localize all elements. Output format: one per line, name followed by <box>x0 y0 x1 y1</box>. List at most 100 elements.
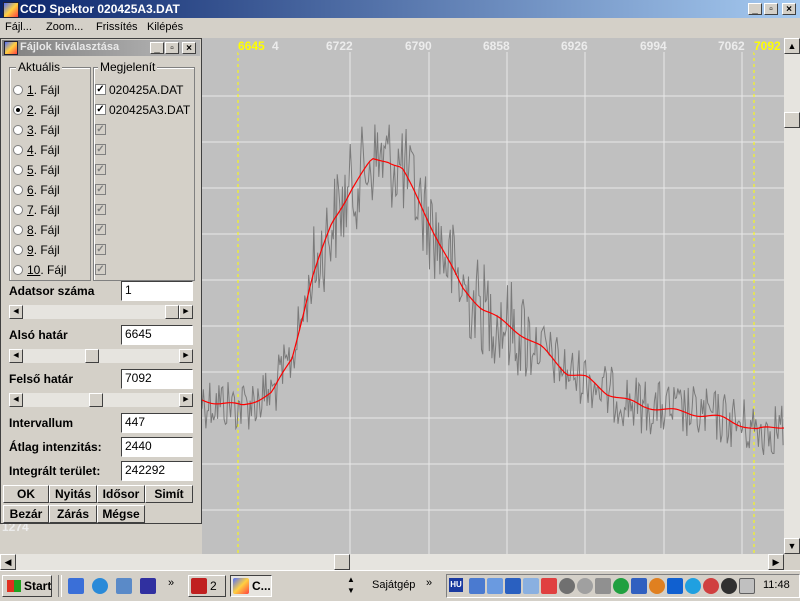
taskbar-group-button[interactable]: 2 <box>188 575 226 597</box>
desktop-icon[interactable] <box>68 578 84 594</box>
taskbar-separator <box>58 575 62 597</box>
sajatgep-toolbar[interactable]: Sajátgép <box>372 579 415 591</box>
also-hatar-field[interactable]: 6645 <box>121 325 193 345</box>
save-icon[interactable] <box>140 578 156 594</box>
idosor-button[interactable]: Idősor <box>97 485 145 503</box>
bezar-button[interactable]: Bezár <box>3 505 49 523</box>
slider-left-button[interactable]: ◀ <box>9 393 23 407</box>
menu-zoom[interactable]: Zoom... <box>46 21 83 33</box>
menu-file[interactable]: Fájl... <box>5 21 32 33</box>
slider-right-button[interactable]: ▶ <box>179 305 193 319</box>
taskbar-task-button[interactable]: C... <box>230 575 272 597</box>
monitor-icon[interactable] <box>487 578 503 594</box>
file-label-text: . Fájl <box>33 83 60 97</box>
scroll-left-button[interactable]: ◀ <box>0 554 16 570</box>
scroll-up-button[interactable]: ▲ <box>784 38 800 54</box>
clock-app-icon[interactable] <box>577 578 593 594</box>
slider-left-button[interactable]: ◀ <box>9 349 23 363</box>
file-radio[interactable] <box>13 245 23 255</box>
update-icon[interactable] <box>613 578 629 594</box>
file-number: 7 <box>27 203 34 217</box>
display-checkbox[interactable]: ✓ <box>95 84 106 95</box>
file-radio[interactable] <box>13 105 23 115</box>
file-radio[interactable] <box>13 145 23 155</box>
menu-exit[interactable]: Kilépés <box>147 21 183 33</box>
x-tick-label: 6994 <box>640 39 667 53</box>
browser-icon[interactable] <box>92 578 108 594</box>
speaker-icon[interactable] <box>559 578 575 594</box>
slider-thumb[interactable] <box>85 349 99 363</box>
also-hatar-slider[interactable]: ◀ ▶ <box>9 349 193 363</box>
felso-hatar-slider[interactable]: ◀ ▶ <box>9 393 193 407</box>
close-button[interactable]: × <box>782 3 796 15</box>
printer-icon[interactable] <box>739 578 755 594</box>
slider-right-button[interactable]: ▶ <box>179 349 193 363</box>
scroll-down-button[interactable]: ▼ <box>784 538 800 554</box>
vertical-scroll-thumb[interactable] <box>784 112 800 128</box>
adatsor-field[interactable]: 1 <box>121 281 193 301</box>
felso-hatar-field[interactable]: 7092 <box>121 369 193 389</box>
file-radio-label: 2. Fájl <box>27 103 60 117</box>
slider-thumb[interactable] <box>165 305 179 319</box>
quicklaunch-more-icon[interactable]: » <box>168 577 174 589</box>
spectrum-plot[interactable]: 6722 6790 6858 6926 6994 7062 7092 <box>202 38 784 554</box>
file-radio[interactable] <box>13 185 23 195</box>
file-label-text: . Fájl <box>33 223 60 237</box>
shield-icon[interactable] <box>631 578 647 594</box>
usb-icon[interactable] <box>595 578 611 594</box>
file-radio[interactable] <box>13 265 23 275</box>
file-radio[interactable] <box>13 205 23 215</box>
display-checkbox: ✓ <box>95 124 106 135</box>
minimize-button[interactable]: _ <box>748 3 762 15</box>
acrobat-icon <box>191 578 207 594</box>
menu-refresh[interactable]: Frissítés <box>96 21 138 33</box>
file-number: 10 <box>27 263 41 277</box>
horizontal-scrollbar[interactable]: ◀ ▶ <box>0 554 784 570</box>
file-radio[interactable] <box>13 125 23 135</box>
atlag-intenzitas-field[interactable]: 2440 <box>121 437 193 457</box>
mail-icon[interactable] <box>116 578 132 594</box>
file-number: 3 <box>27 123 34 137</box>
taskbar-scroll-down-icon[interactable]: ▼ <box>344 585 358 596</box>
network-icon[interactable] <box>469 578 485 594</box>
file-radio[interactable] <box>13 165 23 175</box>
security-icon[interactable] <box>649 578 665 594</box>
media-icon[interactable] <box>703 578 719 594</box>
megse-button[interactable]: Mégse <box>97 505 145 523</box>
camera-icon[interactable] <box>721 578 737 594</box>
vertical-scrollbar[interactable]: ▲ ▼ <box>784 38 800 554</box>
adatsor-slider[interactable]: ◀ ▶ <box>9 305 193 319</box>
scroll-corner <box>784 554 800 570</box>
file-radio[interactable] <box>13 225 23 235</box>
slider-thumb[interactable] <box>89 393 103 407</box>
intervallum-field[interactable]: 447 <box>121 413 193 433</box>
scroll-right-button[interactable]: ▶ <box>768 554 784 570</box>
file-radio-label: 9. Fájl <box>27 243 60 257</box>
left-marker-label: 6645 <box>238 39 265 53</box>
zaras-button[interactable]: Zárás <box>49 505 97 523</box>
tools-icon[interactable] <box>523 578 539 594</box>
integralt-terulet-field[interactable]: 242292 <box>121 461 193 481</box>
taskbar-scroll[interactable]: ▲ ▼ <box>344 574 358 598</box>
start-button[interactable]: Start <box>2 575 52 597</box>
taskbar-scroll-up-icon[interactable]: ▲ <box>344 574 358 585</box>
simit-button[interactable]: Simít <box>145 485 193 503</box>
spectrum-svg <box>202 52 784 554</box>
slider-right-button[interactable]: ▶ <box>179 393 193 407</box>
language-indicator[interactable]: HU <box>449 578 463 592</box>
bluetooth-icon[interactable] <box>667 578 683 594</box>
display-icon[interactable] <box>505 578 521 594</box>
slider-left-button[interactable]: ◀ <box>9 305 23 319</box>
maximize-button[interactable]: ▫ <box>764 3 778 15</box>
antivirus-icon[interactable] <box>541 578 557 594</box>
display-checkbox: ✓ <box>95 224 106 235</box>
toolbar-more-icon[interactable]: » <box>426 577 432 589</box>
messenger-icon[interactable] <box>685 578 701 594</box>
nyitas-button[interactable]: Nyitás <box>49 485 97 503</box>
horizontal-scroll-thumb[interactable] <box>334 554 350 570</box>
title-bar: CCD Spektor 020425A3.DAT _ ▫ × <box>0 0 800 18</box>
display-checkbox[interactable]: ✓ <box>95 104 106 115</box>
file-radio[interactable] <box>13 85 23 95</box>
ok-button[interactable]: OK <box>3 485 49 503</box>
intervallum-label: Intervallum <box>9 416 74 430</box>
